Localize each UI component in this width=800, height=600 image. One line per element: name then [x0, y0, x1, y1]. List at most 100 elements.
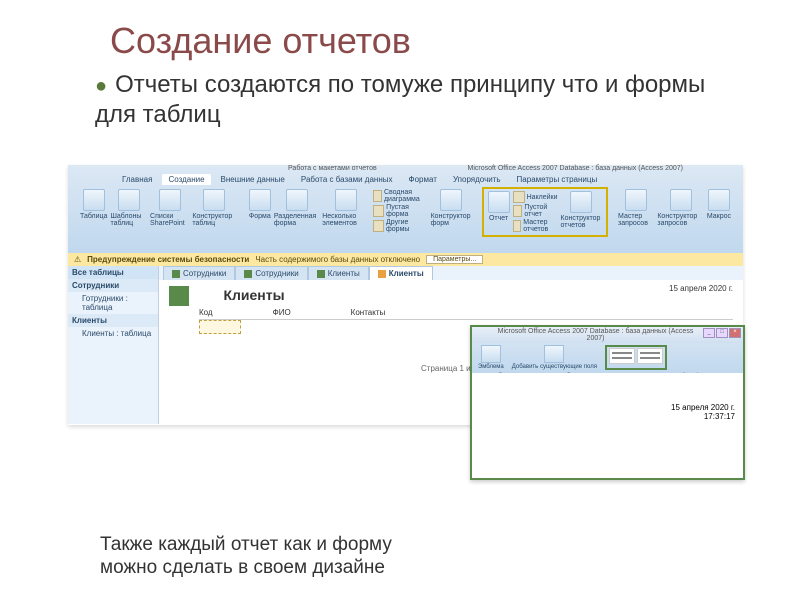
autoformat-swatch-2[interactable]	[637, 348, 663, 364]
wizard-icon	[513, 220, 522, 232]
tab-dbtools[interactable]: Работа с базами данных	[295, 174, 399, 185]
btn-queryctor[interactable]: Конструктор запросов	[657, 189, 704, 227]
footnote-text: Также каждый отчет как и форму можно сде…	[100, 533, 450, 581]
btn-form-ctor[interactable]: Конструктор форм	[431, 189, 472, 227]
s2-body: 15 апреля 2020 г. 17:37:17	[472, 373, 743, 473]
ctor-icon	[203, 189, 225, 211]
s2-logo[interactable]: Эмблема	[478, 345, 504, 370]
group-reports: Отчет Наклейки Пустой отчет Мастер отчет…	[482, 187, 608, 237]
nav-pane: Все таблицы Сотрудники Готрудники : табл…	[68, 266, 159, 424]
repctor-icon	[570, 191, 592, 213]
group-tables: Таблица Шаблоны таблиц Списки SharePoint…	[76, 187, 239, 237]
formctor-icon	[440, 189, 462, 211]
document-tabs: Сотрудники Сотрудники Клиенты Клиенты	[159, 266, 743, 280]
window-buttons: _ □ ×	[703, 328, 741, 342]
multi-icon	[335, 189, 357, 211]
s2-datetime: 15 апреля 2020 г. 17:37:17	[671, 403, 735, 421]
report-icon	[488, 191, 510, 213]
btn-multi[interactable]: Несколько элементов	[322, 189, 370, 227]
btn-pivot[interactable]: Сводная диаграмма	[373, 189, 427, 203]
blankrep-icon	[513, 205, 523, 217]
close-button[interactable]: ×	[729, 328, 741, 338]
tab-create[interactable]: Создание	[162, 174, 210, 185]
bullet-1: ●Отчеты создаются по томуже принципу что…	[95, 70, 750, 130]
tab-arrange[interactable]: Упорядочить	[447, 174, 507, 185]
shield-icon: ⚠	[74, 255, 81, 264]
btn-wizard[interactable]: Мастер отчетов	[513, 219, 558, 233]
s2-ribbon: Microsoft Office Access 2007 Database : …	[472, 327, 743, 373]
btn-table[interactable]: Таблица	[80, 189, 107, 220]
group-other: Мастер запросов Конструктор запросов Мак…	[614, 187, 735, 237]
more-icon	[373, 220, 384, 232]
table-icon	[317, 270, 325, 278]
addfields-icon	[544, 345, 564, 363]
btn-blankform[interactable]: Пустая форма	[373, 204, 427, 218]
ribbon-tabs: Главная Создание Внешние данные Работа с…	[68, 172, 743, 185]
slide-title: Создание отчетов	[110, 20, 750, 62]
s2-titlebar: Microsoft Office Access 2007 Database : …	[472, 327, 743, 343]
nav-item-1[interactable]: Готрудники : таблица	[68, 292, 158, 314]
sharepoint-icon	[159, 189, 181, 211]
s2-addfields[interactable]: Добавить существующие поля	[512, 345, 597, 370]
bullet-text: Отчеты создаются по томуже принципу что …	[95, 71, 705, 128]
btn-blankreport[interactable]: Пустой отчет	[513, 204, 558, 218]
s2-time: 17:37:17	[671, 412, 735, 421]
ribbon-groups: Таблица Шаблоны таблиц Списки SharePoint…	[68, 185, 743, 237]
s2-date: 15 апреля 2020 г.	[671, 403, 735, 412]
templates-icon	[118, 189, 140, 211]
nav-header[interactable]: Все таблицы	[68, 266, 158, 279]
btn-table-ctor[interactable]: Конструктор таблиц	[192, 189, 234, 227]
maximize-button[interactable]: □	[716, 328, 728, 338]
qwiz-icon	[625, 189, 647, 211]
report-icon	[378, 270, 386, 278]
ribbon: Работа с макетами отчетов Microsoft Offi…	[68, 165, 743, 253]
tab-pagesetup[interactable]: Параметры страницы	[511, 174, 604, 185]
col-fio: ФИО	[273, 308, 291, 317]
splitform-icon	[286, 189, 308, 211]
col-contacts: Контакты	[351, 308, 386, 317]
btn-labels[interactable]: Наклейки	[513, 191, 558, 203]
tab-external[interactable]: Внешние данные	[215, 174, 291, 185]
doc-tab-4[interactable]: Клиенты	[369, 266, 433, 280]
col-code: Код	[199, 308, 213, 317]
btn-moreforms[interactable]: Другие формы	[373, 219, 427, 233]
report-date: 15 апреля 2020 г.	[669, 284, 733, 293]
cell-code[interactable]	[199, 320, 241, 334]
group-forms: Форма Разделенная форма Несколько элемен…	[245, 187, 476, 237]
security-warning-bar: ⚠ Предупреждение системы безопасности Ча…	[68, 253, 743, 266]
nav-group-2[interactable]: Клиенты	[68, 314, 158, 327]
title-context: Работа с макетами отчетов	[68, 165, 377, 172]
autoformat-gallery[interactable]	[605, 345, 667, 370]
tab-home[interactable]: Главная	[116, 174, 158, 185]
forms-side: Сводная диаграмма Пустая форма Другие фо…	[373, 189, 427, 233]
report-header-icon	[169, 286, 189, 306]
doc-tab-1[interactable]: Сотрудники	[163, 266, 235, 280]
bullet-marker-icon: ●	[95, 75, 107, 97]
nav-group-1[interactable]: Сотрудники	[68, 279, 158, 292]
security-options-button[interactable]: Параметры...	[426, 255, 483, 264]
btn-splitform[interactable]: Разделенная форма	[274, 189, 319, 227]
btn-report[interactable]: Отчет	[488, 191, 510, 222]
doc-tab-2[interactable]: Сотрудники	[235, 266, 307, 280]
nav-item-2[interactable]: Клиенты : таблица	[68, 327, 158, 340]
pivot-icon	[373, 190, 382, 202]
minimize-button[interactable]: _	[703, 328, 715, 338]
blank-icon	[373, 205, 384, 217]
btn-macro[interactable]: Макрос	[707, 189, 731, 220]
btn-form[interactable]: Форма	[249, 189, 271, 220]
btn-report-ctor[interactable]: Конструктор отчетов	[561, 191, 603, 229]
tab-format[interactable]: Формат	[403, 174, 443, 185]
report-header: Клиенты	[169, 286, 733, 306]
access-screenshot-autoformat: Microsoft Office Access 2007 Database : …	[470, 325, 745, 480]
report-title: Клиенты	[223, 287, 284, 303]
logo-icon	[481, 345, 501, 363]
labels-icon	[513, 191, 525, 203]
security-msg: Часть содержимого базы данных отключено	[255, 255, 420, 264]
report-columns: Код ФИО Контакты	[199, 306, 733, 320]
table-icon	[172, 270, 180, 278]
btn-table-templates[interactable]: Шаблоны таблиц	[110, 189, 147, 227]
btn-sharepoint[interactable]: Списки SharePoint	[150, 189, 189, 227]
autoformat-swatch-1[interactable]	[609, 348, 635, 364]
btn-querywiz[interactable]: Мастер запросов	[618, 189, 654, 227]
doc-tab-3[interactable]: Клиенты	[308, 266, 369, 280]
